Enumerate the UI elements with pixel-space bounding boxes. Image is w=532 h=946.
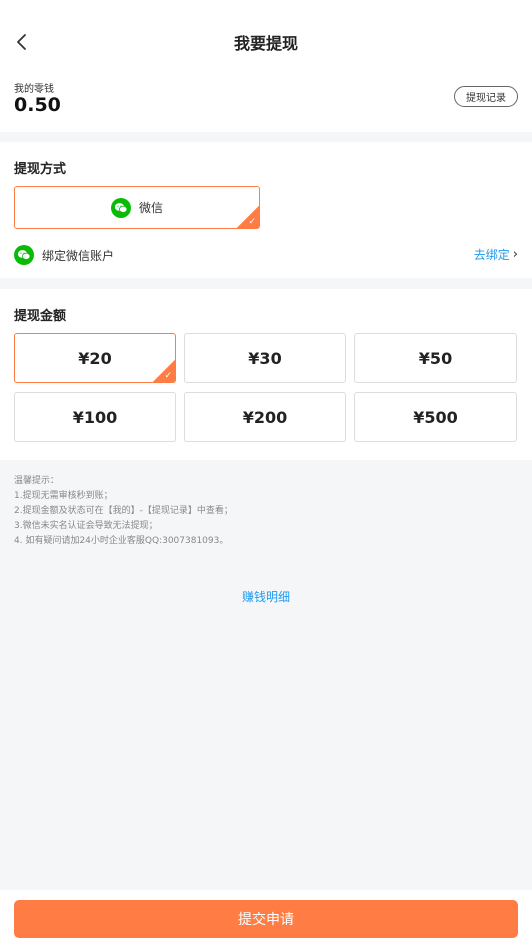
tips-block: 温馨提示： 1.提现无需审核秒到账； 2.提现金额及状态可在【我的】-【提现记录…: [14, 474, 233, 549]
amount-label: ¥30: [248, 348, 282, 368]
tip-line: 3.微信未实名认证会导致无法提现；: [14, 521, 158, 531]
amount-option[interactable]: ¥30: [184, 333, 346, 383]
amount-label: ¥50: [418, 348, 453, 368]
withdraw-record-button[interactable]: 提现记录: [454, 86, 518, 107]
earnings-detail-link[interactable]: 赚钱明细: [0, 588, 532, 605]
tip-line: 2.提现金额及状态可在【我的】-【提现记录】中查看；: [14, 506, 233, 516]
amount-option[interactable]: ¥500: [354, 392, 517, 442]
go-bind-link[interactable]: 去绑定 ›: [474, 246, 518, 263]
balance-card: 我的零钱 0.50 提现记录: [0, 64, 532, 132]
withdraw-method-section: 提现方式 微信 ✓ 绑定微信账户 去绑定 ›: [0, 142, 532, 278]
chevron-right-icon: ›: [512, 247, 518, 262]
amount-label: ¥500: [413, 407, 458, 427]
withdraw-amount-section: 提现金额 ¥20 ✓ ¥30 ¥50 ¥100 ¥200 ¥500: [0, 289, 532, 460]
bind-wechat-row: 绑定微信账户 去绑定 ›: [14, 244, 518, 266]
tip-line: 1.提现无需审核秒到账；: [14, 491, 113, 501]
go-bind-label: 去绑定: [473, 248, 510, 262]
section-title: 提现方式: [14, 162, 67, 177]
amount-option[interactable]: ¥20 ✓: [14, 333, 176, 383]
balance-value: 0.50: [14, 94, 61, 116]
selected-check-icon: ✓: [237, 206, 259, 228]
submit-button[interactable]: 提交申请: [14, 900, 518, 938]
section-title: 提现金额: [14, 309, 67, 324]
amount-label: ¥200: [242, 407, 288, 427]
method-option-label: 微信: [138, 201, 163, 215]
amount-option[interactable]: ¥100: [14, 392, 176, 442]
tip-line: 温馨提示：: [14, 476, 60, 486]
wechat-icon: [14, 245, 34, 265]
selected-check-icon: ✓: [153, 360, 175, 382]
amount-label: ¥20: [78, 348, 112, 368]
bind-account-label: 绑定微信账户: [42, 248, 115, 263]
wechat-icon: [110, 197, 131, 218]
wechat-method-option[interactable]: 微信 ✓: [14, 186, 260, 229]
amount-options: ¥20 ✓ ¥30 ¥50 ¥100 ¥200 ¥500: [14, 333, 518, 442]
amount-option[interactable]: ¥50: [354, 333, 517, 383]
tip-line: 4. 如有疑问请加24小时企业客服QQ:3007381093。: [14, 536, 229, 546]
amount-label: ¥100: [72, 407, 118, 427]
amount-option[interactable]: ¥200: [184, 392, 346, 442]
page-title: 我要提现: [233, 34, 298, 53]
balance-label: 我的零钱: [14, 84, 54, 95]
